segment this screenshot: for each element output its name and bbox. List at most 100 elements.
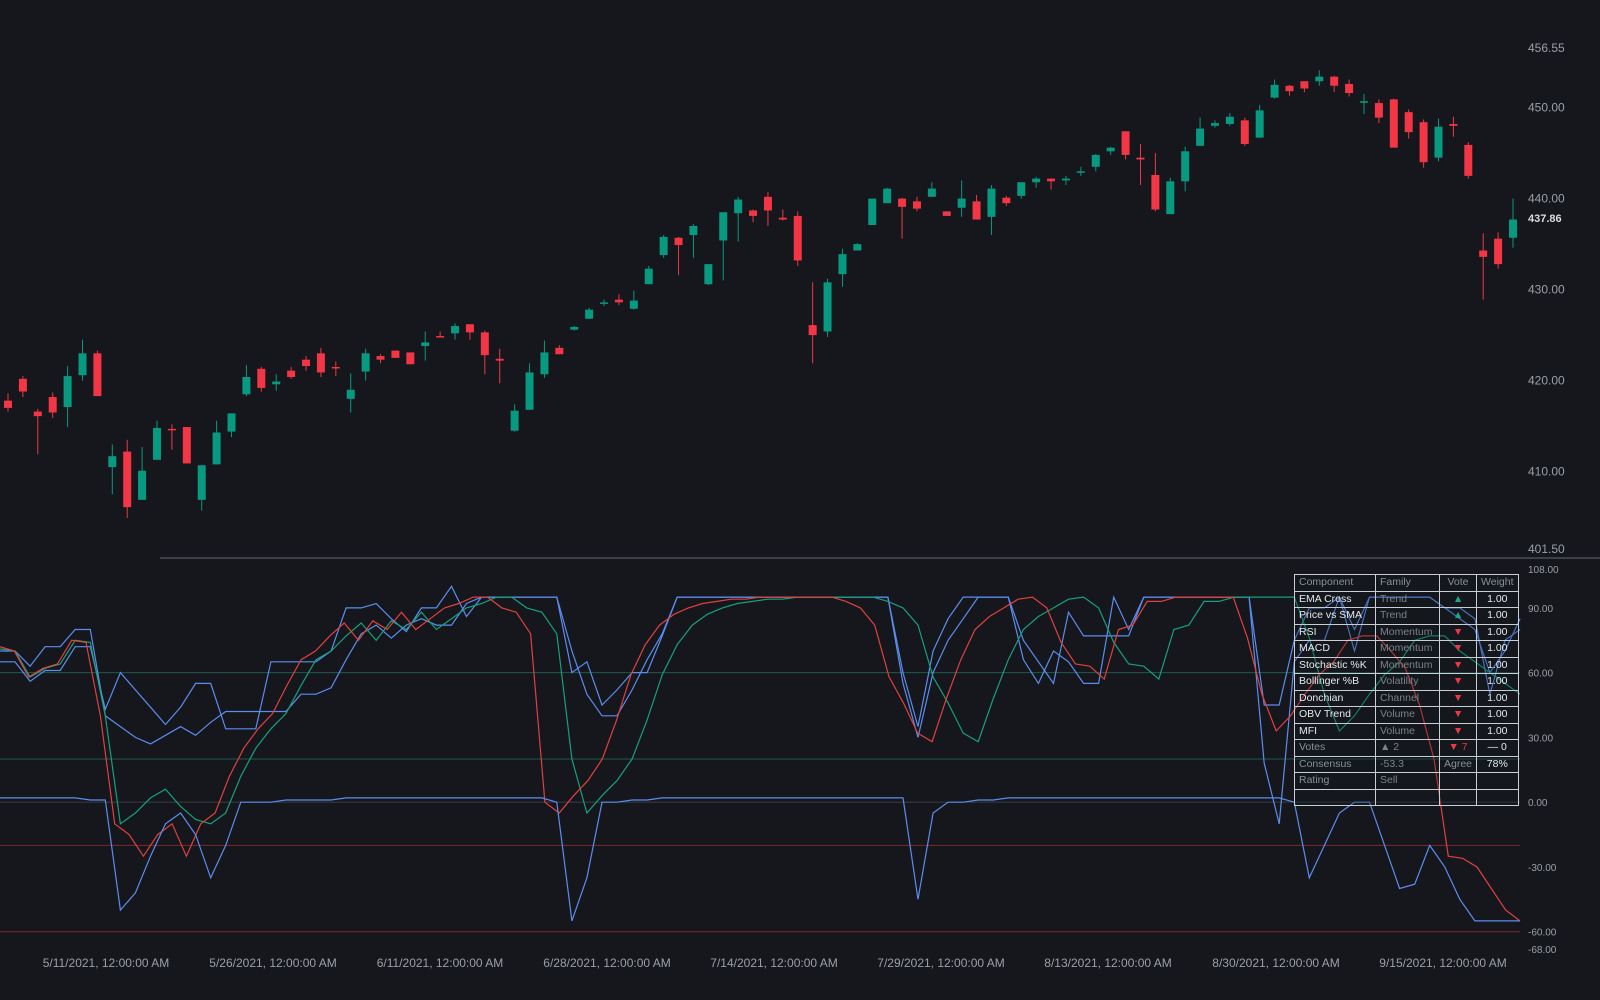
candle bbox=[1151, 153, 1160, 212]
candle bbox=[1002, 195, 1011, 206]
candle-body bbox=[898, 198, 907, 207]
candle-body bbox=[1270, 84, 1279, 98]
candle bbox=[868, 198, 877, 226]
candle bbox=[212, 420, 221, 465]
candle-body bbox=[361, 353, 370, 372]
candle-body bbox=[1374, 103, 1383, 118]
oscillator-series-line bbox=[0, 596, 1521, 825]
candle-body bbox=[391, 350, 400, 358]
candle bbox=[1270, 79, 1279, 99]
candle bbox=[1419, 119, 1428, 168]
candle bbox=[719, 212, 728, 281]
component-family: Trend bbox=[1375, 590, 1440, 608]
vote-arrow-icon: ▼ bbox=[1438, 656, 1478, 674]
empty-cell bbox=[1375, 788, 1440, 806]
candle bbox=[316, 347, 325, 377]
price-pane: 456.55 450.00 440.00 430.00 420.00 410.00 401.… bbox=[4, 41, 1565, 556]
vote-arrow-icon: ▼ bbox=[1438, 623, 1478, 641]
component-weight: 1.00 bbox=[1476, 590, 1519, 608]
price-axis-label: 410.00 bbox=[1528, 465, 1565, 479]
candle-body bbox=[719, 212, 728, 241]
candle bbox=[823, 278, 832, 337]
vote-arrow-icon: ▼ bbox=[1438, 706, 1478, 724]
component-weight: 1.00 bbox=[1476, 607, 1519, 625]
candle-body bbox=[972, 201, 981, 220]
candle bbox=[1374, 99, 1383, 124]
component-family: Trend bbox=[1375, 607, 1440, 625]
candle-body bbox=[1136, 157, 1145, 160]
candle-body bbox=[555, 347, 564, 355]
candle bbox=[1076, 166, 1085, 176]
header-cell: Component bbox=[1294, 574, 1376, 592]
consensus-value: -53.3 bbox=[1375, 755, 1440, 773]
candle bbox=[555, 345, 564, 355]
candle bbox=[436, 331, 445, 338]
candle-body bbox=[749, 210, 758, 216]
vote-arrow-icon: ▼ bbox=[1438, 689, 1478, 707]
rating-value: Sell bbox=[1375, 772, 1440, 790]
candle-body bbox=[242, 376, 251, 395]
candle bbox=[1047, 178, 1056, 190]
candle-body bbox=[1091, 154, 1100, 167]
candle bbox=[33, 408, 42, 455]
candle bbox=[1032, 176, 1041, 188]
table-row: MACD Momentum ▼ 1.00 bbox=[1294, 640, 1519, 658]
table-row: Price vs SMA Trend ▲ 1.00 bbox=[1294, 607, 1519, 625]
candle bbox=[585, 307, 594, 319]
candle bbox=[972, 194, 981, 220]
candle-body bbox=[1359, 101, 1368, 103]
oscillator-series-line bbox=[0, 797, 1520, 922]
candle-body bbox=[525, 372, 534, 410]
candle-body bbox=[108, 456, 117, 468]
table-row: Donchian Channel ▼ 1.00 bbox=[1294, 689, 1519, 707]
candle bbox=[1449, 116, 1458, 137]
component-name: MACD bbox=[1294, 640, 1376, 658]
component-name: Stochastic %K bbox=[1294, 656, 1376, 674]
component-family: Channel bbox=[1375, 689, 1440, 707]
candle-body bbox=[1255, 110, 1264, 138]
candle-body bbox=[227, 413, 236, 432]
candle bbox=[167, 424, 176, 450]
x-axis-label: 5/26/2021, 12:00:00 AM bbox=[209, 956, 336, 970]
oscillator-axis-label: 30.00 bbox=[1528, 733, 1553, 744]
x-axis-label: 8/13/2021, 12:00:00 AM bbox=[1044, 956, 1171, 970]
candle-body bbox=[1315, 76, 1324, 82]
candle-body bbox=[674, 237, 683, 246]
component-name: RSI bbox=[1294, 623, 1376, 641]
candle-body bbox=[1166, 181, 1175, 215]
vote-arrow-icon: ▲ bbox=[1438, 607, 1478, 625]
candle bbox=[1330, 75, 1339, 93]
candle bbox=[778, 209, 787, 221]
component-name: MFI bbox=[1294, 722, 1376, 740]
x-axis-label: 5/11/2021, 12:00:00 AM bbox=[43, 956, 170, 970]
last-price-label: 437.86 bbox=[1528, 213, 1562, 225]
candle-body bbox=[1002, 197, 1011, 204]
candle-body bbox=[302, 359, 311, 367]
x-axis-label: 6/11/2021, 12:00:00 AM bbox=[377, 956, 504, 970]
candle bbox=[808, 282, 817, 364]
oscillator-axis-label: 90.00 bbox=[1528, 604, 1553, 615]
candle bbox=[570, 326, 579, 331]
candle bbox=[987, 184, 996, 236]
candle bbox=[18, 376, 27, 398]
votes-down: ▼ 7 bbox=[1438, 739, 1478, 757]
consensus-label: Consensus bbox=[1294, 755, 1376, 773]
vote-arrow-icon: ▲ bbox=[1438, 590, 1478, 608]
candle-body bbox=[406, 352, 415, 365]
votes-neutral: — 0 bbox=[1476, 739, 1519, 757]
component-name: OBV Trend bbox=[1294, 706, 1376, 724]
candle-body bbox=[614, 299, 623, 303]
candle-body bbox=[93, 353, 102, 397]
table-row: OBV Trend Volume ▼ 1.00 bbox=[1294, 706, 1519, 724]
price-axis-label: 401.50 bbox=[1528, 542, 1565, 556]
component-family: Volatility bbox=[1375, 673, 1440, 691]
candle-body bbox=[1240, 120, 1249, 145]
rating-label: Rating bbox=[1294, 772, 1376, 790]
candle bbox=[1061, 175, 1070, 185]
consensus-row: Consensus -53.3 Agree 78% bbox=[1294, 755, 1519, 773]
candle bbox=[272, 374, 281, 391]
votes-up: ▲ 2 bbox=[1375, 739, 1440, 757]
vote-arrow-icon: ▼ bbox=[1438, 722, 1478, 740]
candle-body bbox=[1434, 126, 1443, 158]
component-weight: 1.00 bbox=[1476, 706, 1519, 724]
